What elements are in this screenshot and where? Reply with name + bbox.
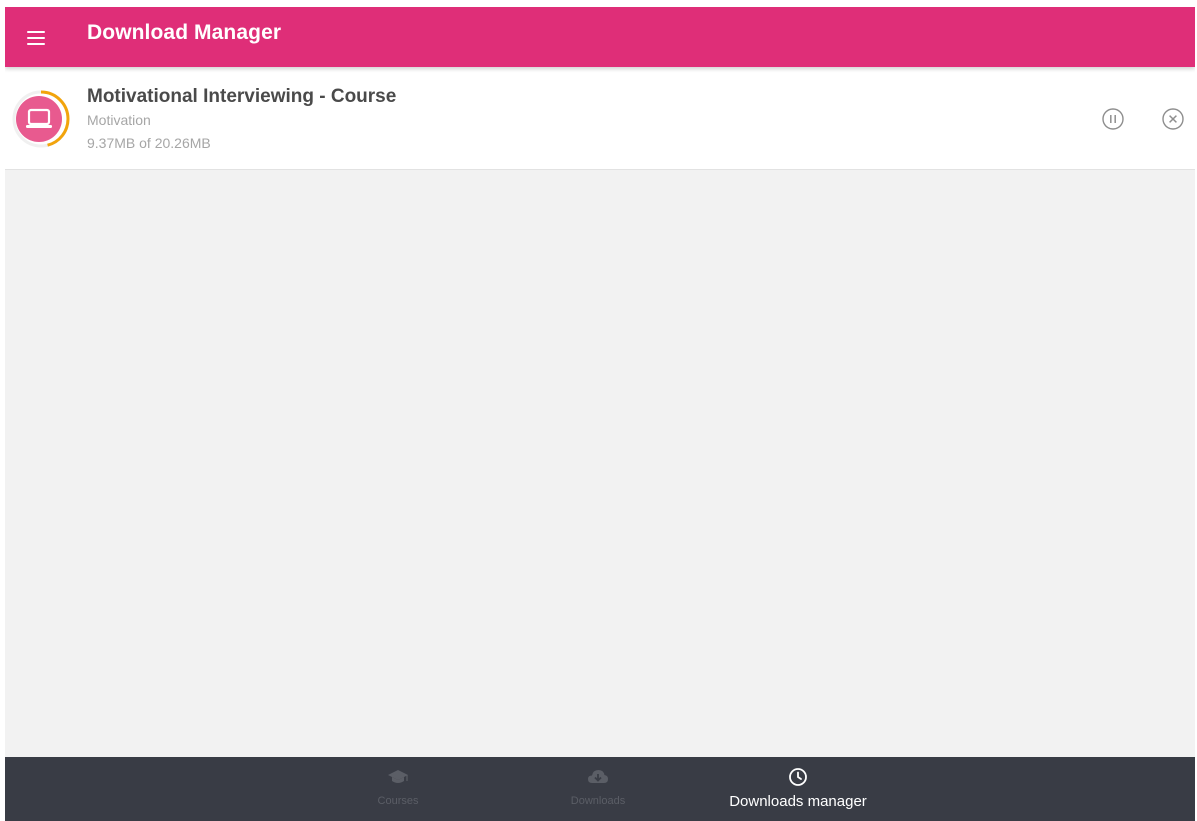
download-category: Motivation [87, 112, 151, 128]
cancel-icon [1162, 108, 1184, 130]
graduation-cap-icon [388, 770, 408, 783]
download-size: 9.37MB of 20.26MB [87, 135, 211, 151]
cancel-button[interactable] [1160, 106, 1186, 132]
tab-downloads[interactable]: Downloads [518, 757, 678, 821]
tab-downloads-manager[interactable]: Downloads manager [718, 757, 878, 821]
download-list-item[interactable]: Motivational Interviewing - Course Motiv… [5, 67, 1195, 170]
download-title: Motivational Interviewing - Course [87, 86, 397, 107]
tab-courses-label: Courses [377, 795, 419, 807]
tab-courses[interactable]: Courses [318, 757, 478, 821]
download-progress-icon [12, 90, 70, 148]
pause-icon [1102, 108, 1124, 130]
menu-button[interactable] [21, 23, 51, 53]
tab-downloads-label: Downloads [570, 795, 626, 807]
hamburger-menu-icon [27, 31, 45, 33]
page-title: Download Manager [87, 21, 282, 44]
app-bar: Download Manager [5, 7, 1195, 67]
pause-button[interactable] [1100, 106, 1126, 132]
cloud-download-icon [588, 770, 608, 783]
tab-downloads-manager-label: Downloads manager [729, 793, 867, 810]
clock-icon [789, 768, 807, 786]
app-frame: Download Manager Motivational Interviewi… [5, 7, 1195, 821]
bottom-navigation: Courses Downloads Downloads manager [5, 757, 1195, 821]
